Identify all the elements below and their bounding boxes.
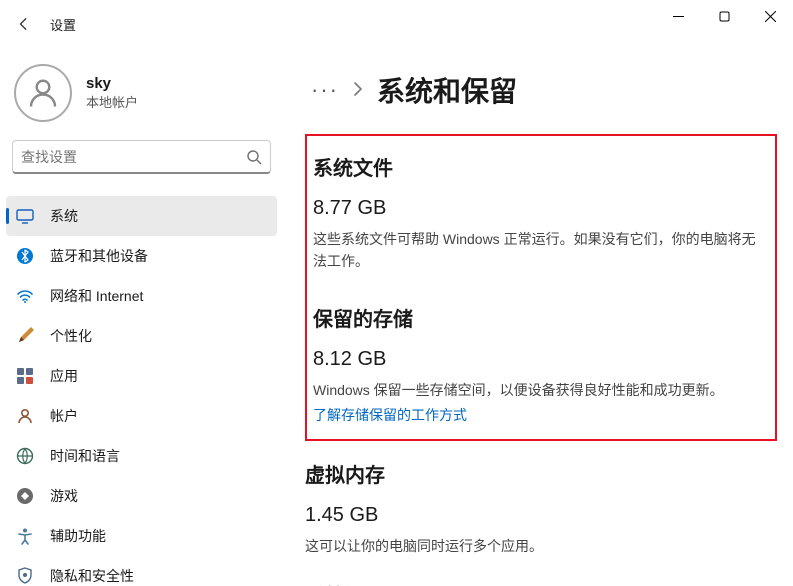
sidebar-item-accessibility[interactable]: 辅助功能 — [6, 516, 277, 556]
reserved-link[interactable]: 了解存储保留的工作方式 — [313, 405, 467, 425]
nav-label: 应用 — [50, 366, 78, 386]
chevron-right-icon — [353, 82, 363, 99]
maximize-button[interactable] — [701, 0, 747, 32]
reserved-desc: Windows 保留一些存储空间，以便设备获得良好性能和成功更新。 — [313, 379, 767, 401]
reserved-value: 8.12 GB — [313, 348, 767, 371]
nav-label: 辅助功能 — [50, 526, 106, 546]
sidebar: sky 本地帐户 系统 蓝牙和其他设备 网络和 Internet — [0, 48, 285, 586]
nav-label: 游戏 — [50, 486, 78, 506]
nav-label: 帐户 — [50, 406, 78, 426]
breadcrumb-more[interactable]: ··· — [311, 79, 339, 101]
virtual-value: 1.45 GB — [305, 504, 777, 527]
section-reserved-heading: 保留的存储 — [313, 303, 767, 332]
search-field[interactable] — [21, 149, 246, 165]
content: ··· 系统和保留 系统文件 8.77 GB 这些系统文件可帮助 Windows… — [285, 48, 793, 586]
page-title: 系统和保留 — [377, 70, 517, 110]
brush-icon — [16, 327, 34, 345]
system-icon — [16, 207, 34, 225]
highlight-box: 系统文件 8.77 GB 这些系统文件可帮助 Windows 正常运行。如果没有… — [305, 134, 777, 441]
window-title: 设置 — [50, 15, 76, 34]
sidebar-item-system[interactable]: 系统 — [6, 196, 277, 236]
user-name: sky — [86, 75, 138, 92]
close-icon — [765, 11, 776, 22]
maximize-icon — [719, 11, 730, 22]
wifi-icon — [16, 287, 34, 305]
minimize-button[interactable] — [655, 0, 701, 32]
sidebar-item-time[interactable]: 时间和语言 — [6, 436, 277, 476]
section-restore-heading: 系统还原 — [305, 580, 777, 586]
shield-icon — [16, 567, 34, 585]
sysfiles-value: 8.77 GB — [313, 197, 767, 220]
sidebar-item-bluetooth[interactable]: 蓝牙和其他设备 — [6, 236, 277, 276]
sidebar-item-gaming[interactable]: 游戏 — [6, 476, 277, 516]
sidebar-item-privacy[interactable]: 隐私和安全性 — [6, 556, 277, 586]
nav-label: 隐私和安全性 — [50, 566, 134, 586]
minimize-icon — [673, 11, 684, 22]
search-input[interactable] — [12, 140, 271, 174]
sidebar-item-personalize[interactable]: 个性化 — [6, 316, 277, 356]
back-button[interactable] — [8, 8, 40, 40]
bluetooth-icon — [16, 247, 34, 265]
user-type: 本地帐户 — [86, 92, 138, 111]
nav: 系统 蓝牙和其他设备 网络和 Internet 个性化 应用 帐户 — [6, 196, 277, 586]
accessibility-icon — [16, 527, 34, 545]
globe-icon — [16, 447, 34, 465]
arrow-left-icon — [17, 17, 31, 31]
sidebar-item-network[interactable]: 网络和 Internet — [6, 276, 277, 316]
breadcrumb: ··· 系统和保留 — [311, 70, 777, 110]
accounts-icon — [16, 407, 34, 425]
nav-label: 时间和语言 — [50, 446, 120, 466]
avatar — [14, 64, 72, 122]
section-virtual-heading: 虚拟内存 — [305, 459, 777, 488]
titlebar: 设置 — [0, 0, 793, 48]
apps-icon — [16, 367, 34, 385]
search-icon — [246, 149, 262, 165]
virtual-desc: 这可以让你的电脑同时运行多个应用。 — [305, 535, 777, 557]
close-button[interactable] — [747, 0, 793, 32]
sidebar-item-accounts[interactable]: 帐户 — [6, 396, 277, 436]
sidebar-item-apps[interactable]: 应用 — [6, 356, 277, 396]
sysfiles-desc: 这些系统文件可帮助 Windows 正常运行。如果没有它们，你的电脑将无法工作。 — [313, 228, 767, 273]
section-sysfiles-heading: 系统文件 — [313, 152, 767, 181]
gaming-icon — [16, 487, 34, 505]
window-controls — [655, 0, 793, 32]
user-block[interactable]: sky 本地帐户 — [6, 54, 277, 140]
nav-label: 网络和 Internet — [50, 286, 143, 306]
nav-label: 系统 — [50, 206, 78, 226]
nav-label: 个性化 — [50, 326, 92, 346]
nav-label: 蓝牙和其他设备 — [50, 246, 148, 266]
person-icon — [25, 75, 61, 111]
